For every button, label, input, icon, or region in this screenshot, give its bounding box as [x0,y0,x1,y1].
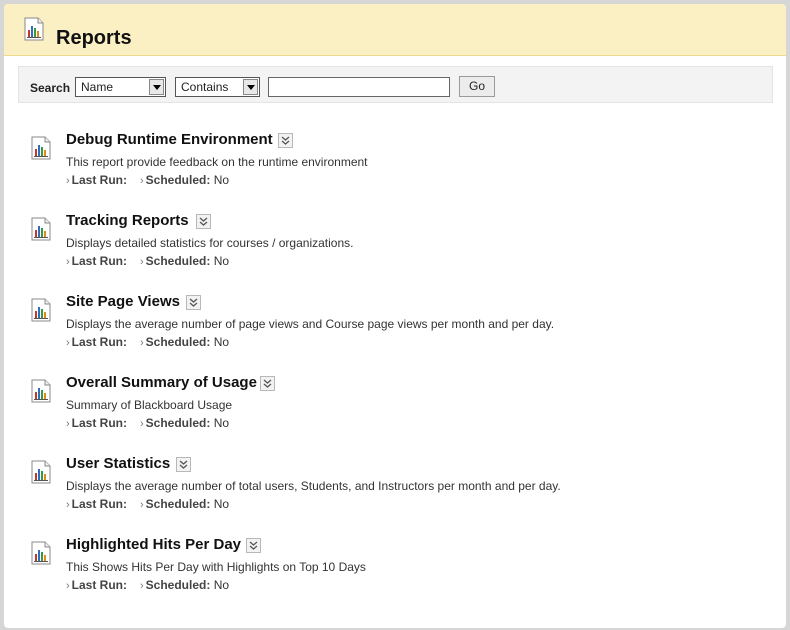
reports-page: Reports Search Name Contains Go Debug Ru… [4,4,786,628]
report-chart-icon [30,460,52,489]
report-chart-icon [30,136,52,165]
report-description: Displays the average number of page view… [66,317,555,331]
chevron-down-menu-icon[interactable] [186,295,201,310]
chevron-right-icon: › [66,418,70,430]
report-title[interactable]: Tracking Reports [66,212,189,229]
last-run-label: Last Run: [71,335,128,349]
last-run-item: › Last Run: [66,416,127,430]
report-description: Displays the average number of total use… [66,479,561,493]
scheduled-label: Scheduled: [145,173,211,187]
scheduled-value: No [213,578,230,592]
chevron-down-menu-icon[interactable] [246,538,261,553]
scheduled-label: Scheduled: [145,578,211,592]
report-chart-icon [30,379,52,408]
scheduled-label: Scheduled: [145,335,211,349]
last-run-item: › Last Run: [66,254,127,268]
chevron-right-icon: › [140,337,144,349]
scheduled-value: No [213,254,230,268]
report-chart-icon [30,217,52,246]
report-item: Overall Summary of Usage Summary of Blac… [4,374,786,444]
report-item: User Statistics Displays the average num… [4,455,786,525]
scheduled-item: › Scheduled: No [140,578,229,592]
last-run-item: › Last Run: [66,578,127,592]
last-run-item: › Last Run: [66,173,127,187]
chevron-down-menu-icon[interactable] [196,214,211,229]
scheduled-label: Scheduled: [145,497,211,511]
scheduled-value: No [213,497,230,511]
scheduled-item: › Scheduled: No [140,254,229,268]
chevron-right-icon: › [66,256,70,268]
search-input[interactable] [268,77,450,97]
scheduled-item: › Scheduled: No [140,173,229,187]
report-description: Displays detailed statistics for courses… [66,236,354,250]
scheduled-item: › Scheduled: No [140,497,229,511]
report-title[interactable]: Overall Summary of Usage [66,374,257,391]
scheduled-label: Scheduled: [145,416,211,430]
page-title: Reports [56,27,132,49]
chevron-down-menu-icon[interactable] [260,376,275,391]
search-bar: Search Name Contains Go [18,66,773,103]
chevron-right-icon: › [140,499,144,511]
chevron-right-icon: › [66,175,70,187]
report-description: This Shows Hits Per Day with Highlights … [66,560,366,574]
scheduled-value: No [213,173,230,187]
chevron-down-icon[interactable] [149,79,164,95]
report-chart-icon [30,298,52,327]
last-run-item: › Last Run: [66,335,127,349]
search-field-value: Name [81,80,114,94]
scheduled-value: No [213,416,230,430]
report-title[interactable]: Debug Runtime Environment [66,131,273,148]
last-run-label: Last Run: [71,254,128,268]
last-run-item: › Last Run: [66,497,127,511]
report-title[interactable]: Highlighted Hits Per Day [66,536,241,553]
chevron-down-menu-icon[interactable] [176,457,191,472]
go-button[interactable]: Go [459,76,495,97]
scheduled-item: › Scheduled: No [140,416,229,430]
search-operator-value: Contains [181,80,229,94]
page-header: Reports [4,4,786,56]
search-label: Search [30,81,71,95]
search-field-select[interactable]: Name [75,77,166,97]
scheduled-value: No [213,335,230,349]
last-run-label: Last Run: [71,416,128,430]
last-run-label: Last Run: [71,497,128,511]
report-chart-icon [30,541,52,570]
scheduled-label: Scheduled: [145,254,211,268]
chevron-right-icon: › [140,175,144,187]
chevron-down-icon[interactable] [243,79,258,95]
last-run-label: Last Run: [71,578,128,592]
report-item: Highlighted Hits Per Day This Shows Hits… [4,536,786,606]
report-description: Summary of Blackboard Usage [66,398,233,412]
chevron-right-icon: › [66,580,70,592]
report-item: Tracking Reports Displays detailed stati… [4,212,786,282]
report-title[interactable]: User Statistics [66,455,170,472]
search-operator-select[interactable]: Contains [175,77,260,97]
report-title[interactable]: Site Page Views [66,293,180,310]
chevron-right-icon: › [66,337,70,349]
chevron-right-icon: › [140,256,144,268]
chevron-right-icon: › [66,499,70,511]
chevron-right-icon: › [140,418,144,430]
report-chart-icon [23,17,45,46]
scheduled-item: › Scheduled: No [140,335,229,349]
report-item: Debug Runtime Environment This report pr… [4,131,786,201]
report-item: Site Page Views Displays the average num… [4,293,786,363]
last-run-label: Last Run: [71,173,128,187]
chevron-right-icon: › [140,580,144,592]
chevron-down-menu-icon[interactable] [278,133,293,148]
report-description: This report provide feedback on the runt… [66,155,368,169]
